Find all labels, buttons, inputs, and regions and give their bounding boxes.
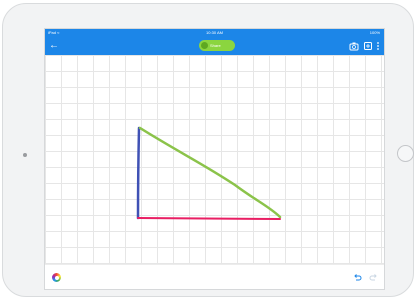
front-camera bbox=[23, 153, 27, 157]
more-options-icon[interactable] bbox=[375, 41, 381, 51]
stroke-vertical-side bbox=[136, 126, 141, 220]
color-wheel-icon[interactable] bbox=[52, 273, 61, 282]
ipad-frame: iPad ≈ 10:30 AM 100% ← Share bbox=[2, 3, 414, 297]
clock-label: 10:30 AM bbox=[206, 30, 223, 35]
share-label: Share bbox=[210, 43, 221, 48]
battery-label: 100% bbox=[369, 30, 380, 35]
home-button[interactable] bbox=[397, 145, 414, 162]
share-button[interactable]: Share bbox=[199, 40, 235, 51]
stroke-horizontal-side bbox=[137, 217, 281, 220]
back-arrow-icon[interactable]: ← bbox=[48, 40, 60, 52]
top-toolbar: ← Share bbox=[45, 37, 384, 55]
status-bar: iPad ≈ 10:30 AM 100% bbox=[45, 29, 384, 37]
undo-icon[interactable] bbox=[352, 272, 362, 282]
stroke-hypotenuse bbox=[138, 126, 282, 219]
redo-icon[interactable] bbox=[369, 272, 379, 282]
share-dot-icon bbox=[201, 42, 208, 49]
drawing-canvas[interactable] bbox=[45, 55, 384, 264]
drawing-layer bbox=[136, 126, 282, 220]
camera-icon[interactable] bbox=[349, 41, 359, 51]
bottom-toolbar bbox=[45, 264, 384, 289]
app-screen: iPad ≈ 10:30 AM 100% ← Share bbox=[44, 28, 385, 290]
export-icon[interactable] bbox=[363, 41, 373, 51]
